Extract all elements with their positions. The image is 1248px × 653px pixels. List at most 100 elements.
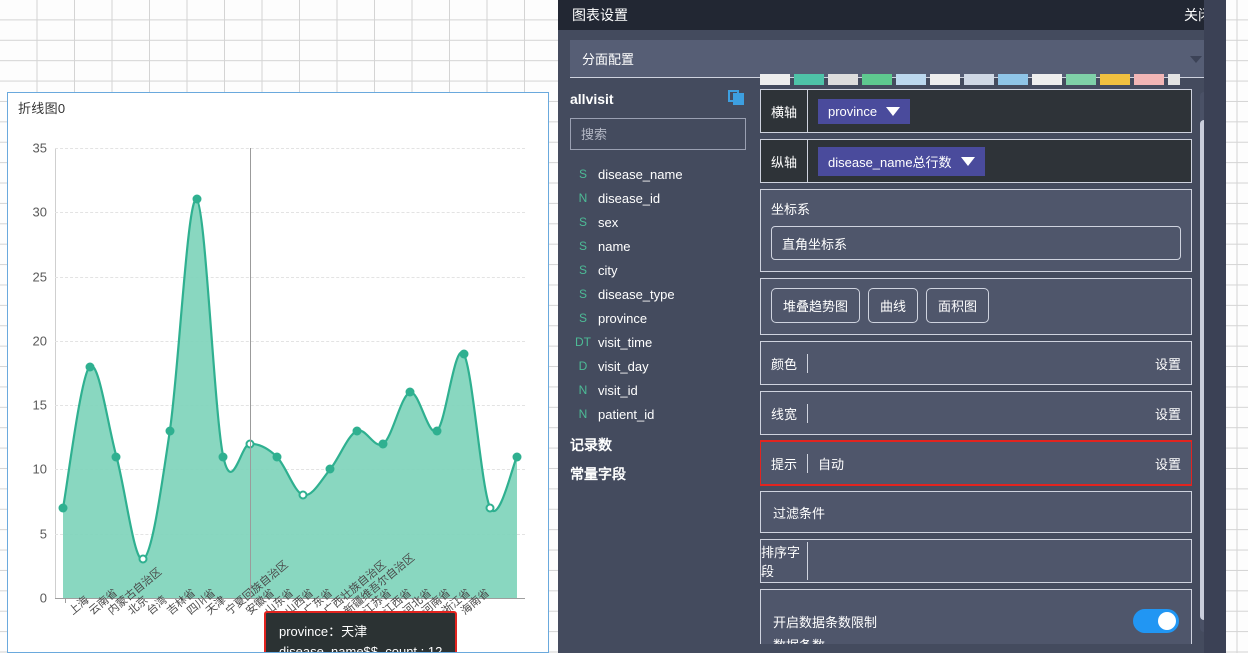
coordinate-system-select[interactable]: 直角坐标系	[771, 226, 1181, 260]
tooltip-settings-link[interactable]: 设置	[1155, 454, 1181, 473]
tooltip-value-area[interactable]: 自动 设置	[808, 454, 1191, 473]
linewidth-label: 线宽	[761, 403, 808, 423]
field-name: visit_time	[598, 334, 653, 350]
chart-data-point[interactable]	[352, 426, 362, 436]
chart-type-thumbnail[interactable]	[896, 74, 926, 85]
chart-type-thumbnail[interactable]	[1066, 74, 1096, 85]
data-limit-toggle[interactable]	[1133, 609, 1179, 633]
y-axis-tick-label: 10	[32, 461, 47, 477]
x-axis-field-pill[interactable]: province	[818, 98, 911, 124]
y-axis-value-area[interactable]: disease_name总行数	[808, 140, 1191, 182]
chart-type-thumbnail[interactable]	[964, 74, 994, 85]
field-type-icon: N	[578, 191, 588, 205]
field-item[interactable]: Dvisit_day	[570, 354, 746, 378]
coordinate-system-label: 坐标系	[771, 202, 811, 217]
y-axis-tick-label: 0	[39, 590, 47, 606]
x-axis-tick-mark	[123, 598, 125, 603]
chart-plot-area[interactable]: 0 5 10 15 20 25 30 35 上海 云南省 内蒙古自治区 北京 台湾 吉林省 四川省 天津 宁夏回…	[33, 141, 525, 617]
chart-data-point[interactable]	[325, 464, 335, 474]
sort-field-row: 排序字段	[760, 539, 1192, 583]
x-axis-row: 横轴 province	[760, 89, 1192, 133]
chart-data-point[interactable]	[512, 452, 522, 462]
chart-option-button[interactable]: 面积图	[926, 288, 990, 323]
tooltip-line-1: province：天津	[279, 624, 368, 639]
chart-data-point[interactable]	[111, 452, 121, 462]
coordinate-system-value: 直角坐标系	[782, 236, 848, 252]
x-axis-tick-mark	[143, 598, 145, 603]
x-axis-tick-mark	[320, 598, 322, 603]
chart-data-point[interactable]	[459, 349, 469, 359]
chart-data-point[interactable]	[58, 503, 68, 513]
chevron-down-icon	[1190, 55, 1202, 63]
chart-data-point[interactable]	[138, 554, 148, 564]
chart-type-thumbnail[interactable]	[760, 74, 790, 85]
chart-type-thumbnail[interactable]	[930, 74, 960, 85]
field-item[interactable]: DT visit_time	[570, 330, 746, 354]
search-input[interactable]	[581, 126, 735, 142]
chart-settings-dialog: 图表设置 关闭 分面配置 allvisit Sdisease_nameNdise…	[558, 0, 1226, 653]
chart-option-button[interactable]: 曲线	[868, 288, 919, 323]
chart-option-button[interactable]: 堆叠趋势图	[771, 288, 861, 323]
chart-data-point[interactable]	[192, 194, 202, 204]
field-item[interactable]: Npatient_id	[570, 402, 746, 426]
y-axis-label: 纵轴	[761, 140, 808, 182]
chart-data-point[interactable]	[485, 503, 495, 513]
field-item[interactable]: Sprovince	[570, 306, 746, 330]
field-item[interactable]: Sdisease_name	[570, 162, 746, 186]
x-axis-value-area[interactable]: province	[808, 90, 1191, 132]
field-name: province	[598, 310, 648, 326]
chart-data-point[interactable]	[432, 426, 442, 436]
search-box[interactable]	[570, 118, 746, 150]
chart-data-point[interactable]	[378, 439, 388, 449]
chart-data-point[interactable]	[272, 452, 282, 462]
chart-tooltip: province：天津 disease_name$$_count : 12	[264, 611, 458, 653]
chart-type-thumbnail[interactable]	[1134, 74, 1164, 85]
linewidth-settings-link[interactable]: 设置	[1155, 404, 1181, 423]
data-limit-label: 开启数据条数限制	[773, 614, 878, 630]
chart-data-point[interactable]	[85, 362, 95, 372]
chevron-down-icon	[886, 106, 901, 116]
field-item[interactable]: Ndisease_id	[570, 186, 746, 210]
field-item[interactable]: Scity	[570, 258, 746, 282]
chart-type-thumbnail[interactable]	[1032, 74, 1062, 85]
field-type-icon: N	[578, 407, 588, 421]
y-axis-tick-label: 5	[39, 526, 47, 542]
field-item[interactable]: Ssex	[570, 210, 746, 234]
chart-type-thumbnail[interactable]	[828, 74, 858, 85]
field-item[interactable]: Nvisit_id	[570, 378, 746, 402]
facet-config-label: 分面配置	[582, 52, 635, 67]
color-row: 颜色 设置	[760, 341, 1192, 385]
tooltip-line-2: disease_name$$_count : 12	[279, 644, 443, 653]
chart-type-thumbnail[interactable]	[862, 74, 892, 85]
field-name: patient_id	[598, 406, 655, 422]
facet-config-select[interactable]: 分面配置	[570, 40, 1214, 78]
chart-data-point[interactable]	[165, 426, 175, 436]
chart-type-thumbnail[interactable]	[794, 74, 824, 85]
copy-icon[interactable]	[728, 90, 746, 108]
x-axis-field-name: province	[828, 103, 878, 119]
field-type-icon: DT	[575, 335, 591, 349]
field-list: Sdisease_name Ndisease_id Ssex Sname Scity Sd…	[570, 162, 746, 426]
dialog-body: allvisit Sdisease_nameNdisease_idSsexSna…	[558, 74, 1226, 644]
chart-card[interactable]: 折线图0 0 5 10 15 20 25 30 35 上海 云南省 内蒙古自治区 北京 台湾 吉林省 四川省…	[7, 92, 549, 653]
y-axis-field-pill[interactable]: disease_name总行数	[818, 146, 985, 176]
chart-data-point[interactable]	[298, 490, 308, 500]
field-item[interactable]: Sdisease_type	[570, 282, 746, 306]
field-item[interactable]: Sname	[570, 234, 746, 258]
chart-type-thumbnail[interactable]	[1168, 74, 1180, 85]
chart-data-point[interactable]	[218, 452, 228, 462]
field-name: city	[598, 262, 618, 278]
filter-row[interactable]: 过滤条件	[760, 491, 1192, 533]
chart-type-thumbnail[interactable]	[1100, 74, 1130, 85]
y-axis-tick-label: 20	[32, 333, 47, 349]
record-count-item[interactable]: 记录数	[570, 435, 746, 455]
coordinate-system-block: 坐标系 直角坐标系	[760, 189, 1192, 272]
chart-data-point[interactable]	[405, 387, 415, 397]
y-axis-row: 纵轴 disease_name总行数	[760, 139, 1192, 183]
settings-scroll-area[interactable]: 横轴 province 纵轴 disease_name总行数 坐标系 直角坐标系…	[760, 89, 1192, 644]
chart-type-thumbnail-strip[interactable]	[760, 74, 1180, 85]
field-name: disease_name	[598, 166, 683, 182]
color-settings-link[interactable]: 设置	[1155, 354, 1181, 373]
chart-type-thumbnail[interactable]	[998, 74, 1028, 85]
constant-field-item[interactable]: 常量字段	[570, 464, 746, 484]
